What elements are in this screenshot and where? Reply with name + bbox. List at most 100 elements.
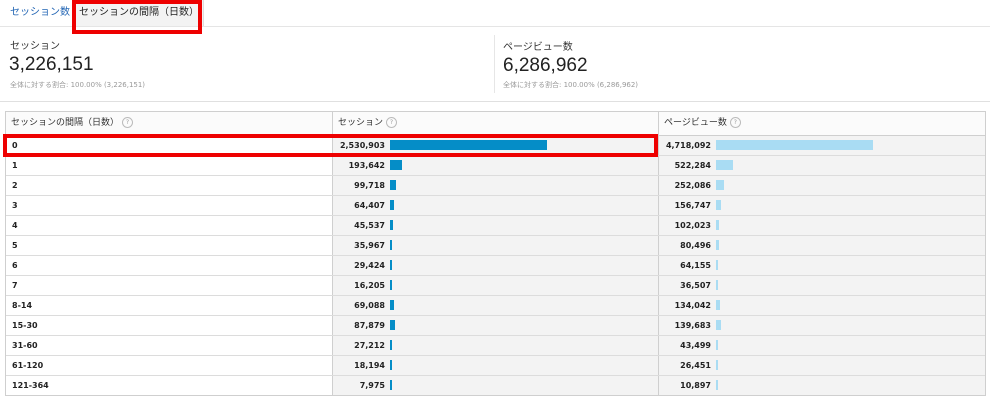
table-row: 5 35,967 80,496 [6, 236, 985, 256]
pageviews-value: 102,023 [674, 221, 711, 230]
sessions-bar [390, 300, 395, 310]
pageviews-value: 522,284 [674, 161, 711, 170]
interval-label: 15-30 [12, 321, 38, 330]
help-icon[interactable]: ? [729, 117, 741, 128]
cell-pageviews: 156,747 [658, 196, 985, 215]
sessions-bar [390, 380, 392, 390]
sessions-bar [390, 240, 393, 250]
pageviews-value: 64,155 [680, 261, 711, 270]
table-row: 0 2,530,903 4,718,092 [6, 136, 985, 156]
interval-label: 1 [12, 161, 18, 170]
interval-label: 7 [12, 281, 18, 290]
pageviews-bar [716, 380, 718, 390]
metric-sessions: セッション 3,226,151 全体に対する割合: 100.00% (3,226… [0, 27, 493, 101]
sessions-value: 7,975 [359, 381, 385, 390]
sessions-value: 45,537 [354, 221, 385, 230]
pageviews-value: 10,897 [680, 381, 711, 390]
interval-label: 31-60 [12, 341, 38, 350]
pageviews-value: 80,496 [680, 241, 711, 250]
table-row: 31-60 27,212 43,499 [6, 336, 985, 356]
pageviews-value: 36,507 [680, 281, 711, 290]
tab-sessions[interactable]: セッション数 [6, 0, 74, 26]
cell-sessions: 18,194 [332, 356, 658, 375]
help-icon[interactable]: ? [122, 117, 134, 128]
table-row: 3 64,407 156,747 [6, 196, 985, 216]
cell-interval: 4 [6, 216, 332, 235]
pageviews-bar [716, 140, 873, 150]
table-row: 4 45,537 102,023 [6, 216, 985, 236]
interval-label: 6 [12, 261, 18, 270]
cell-sessions: 69,088 [332, 296, 658, 315]
pageviews-bar [716, 260, 719, 270]
cell-pageviews: 252,086 [658, 176, 985, 195]
cell-sessions: 29,424 [332, 256, 658, 275]
cell-interval: 7 [6, 276, 332, 295]
sessions-value: 2,530,903 [339, 141, 385, 150]
sessions-bar [390, 140, 547, 150]
table-row: 61-120 18,194 26,451 [6, 356, 985, 376]
pageviews-value: 4,718,092 [665, 141, 711, 150]
table-row: 1 193,642 522,284 [6, 156, 985, 176]
cell-sessions: 35,967 [332, 236, 658, 255]
pageviews-value: 156,747 [674, 201, 711, 210]
metric-percentage: 全体に対する割合: 100.00% (3,226,151) [10, 81, 146, 89]
sessions-value: 69,088 [354, 301, 385, 310]
pageviews-bar [716, 340, 718, 350]
table-body: 0 2,530,903 4,718,092 1 193,642 522,284 2 99,71… [6, 136, 985, 395]
table-row: 121-364 7,975 10,897 [6, 376, 985, 395]
cell-pageviews: 64,155 [658, 256, 985, 275]
column-header-pageviews[interactable]: ページビュー数? [658, 112, 985, 135]
interval-label: 61-120 [12, 361, 44, 370]
interval-label: 2 [12, 181, 18, 190]
sessions-bar [390, 200, 394, 210]
interval-label: 3 [12, 201, 18, 210]
sessions-bar [390, 340, 392, 350]
metric-value: 6,286,962 [503, 55, 588, 76]
pageviews-bar [716, 300, 721, 310]
sessions-bar [390, 220, 393, 230]
pageviews-value: 252,086 [674, 181, 711, 190]
cell-pageviews: 134,042 [658, 296, 985, 315]
pageviews-value: 43,499 [680, 341, 711, 350]
cell-interval: 31-60 [6, 336, 332, 355]
metric-summary: セッション 3,226,151 全体に対する割合: 100.00% (3,226… [0, 27, 990, 102]
pageviews-bar [716, 200, 722, 210]
pageviews-bar [716, 240, 719, 250]
interval-label: 0 [12, 141, 18, 150]
cell-interval: 5 [6, 236, 332, 255]
cell-sessions: 87,879 [332, 316, 658, 335]
cell-interval: 0 [6, 136, 332, 155]
cell-interval: 6 [6, 256, 332, 275]
cell-pageviews: 139,683 [658, 316, 985, 335]
column-header-sessions[interactable]: セッション? [332, 112, 658, 135]
sessions-bar [390, 360, 392, 370]
cell-sessions: 45,537 [332, 216, 658, 235]
tab-session-interval[interactable]: セッションの間隔（日数） [74, 0, 204, 26]
cell-interval: 2 [6, 176, 332, 195]
metric-percentage: 全体に対する割合: 100.00% (6,286,962) [503, 81, 639, 89]
cell-sessions: 16,205 [332, 276, 658, 295]
cell-pageviews: 522,284 [658, 156, 985, 175]
column-header-label: セッション [338, 118, 384, 128]
tab-bar: セッション数 セッションの間隔（日数） [0, 0, 990, 27]
column-header-label: ページビュー数 [664, 118, 727, 128]
sessions-value: 35,967 [354, 241, 385, 250]
sessions-value: 193,642 [348, 161, 385, 170]
pageviews-bar [716, 360, 718, 370]
metric-label: セッション [10, 41, 60, 52]
pageviews-bar [716, 180, 725, 190]
sessions-value: 64,407 [354, 201, 385, 210]
interval-label: 121-364 [12, 381, 49, 390]
cell-sessions: 2,530,903 [332, 136, 658, 155]
column-header-interval[interactable]: セッションの間隔（日数）? [6, 112, 332, 135]
cell-sessions: 7,975 [332, 376, 658, 395]
pageviews-bar [716, 280, 718, 290]
cell-pageviews: 43,499 [658, 336, 985, 355]
pageviews-bar [716, 320, 721, 330]
help-icon[interactable]: ? [386, 117, 398, 128]
sessions-value: 27,212 [354, 341, 385, 350]
cell-interval: 8-14 [6, 296, 332, 315]
sessions-bar [390, 320, 396, 330]
pageviews-bar [716, 220, 720, 230]
sessions-value: 18,194 [354, 361, 385, 370]
